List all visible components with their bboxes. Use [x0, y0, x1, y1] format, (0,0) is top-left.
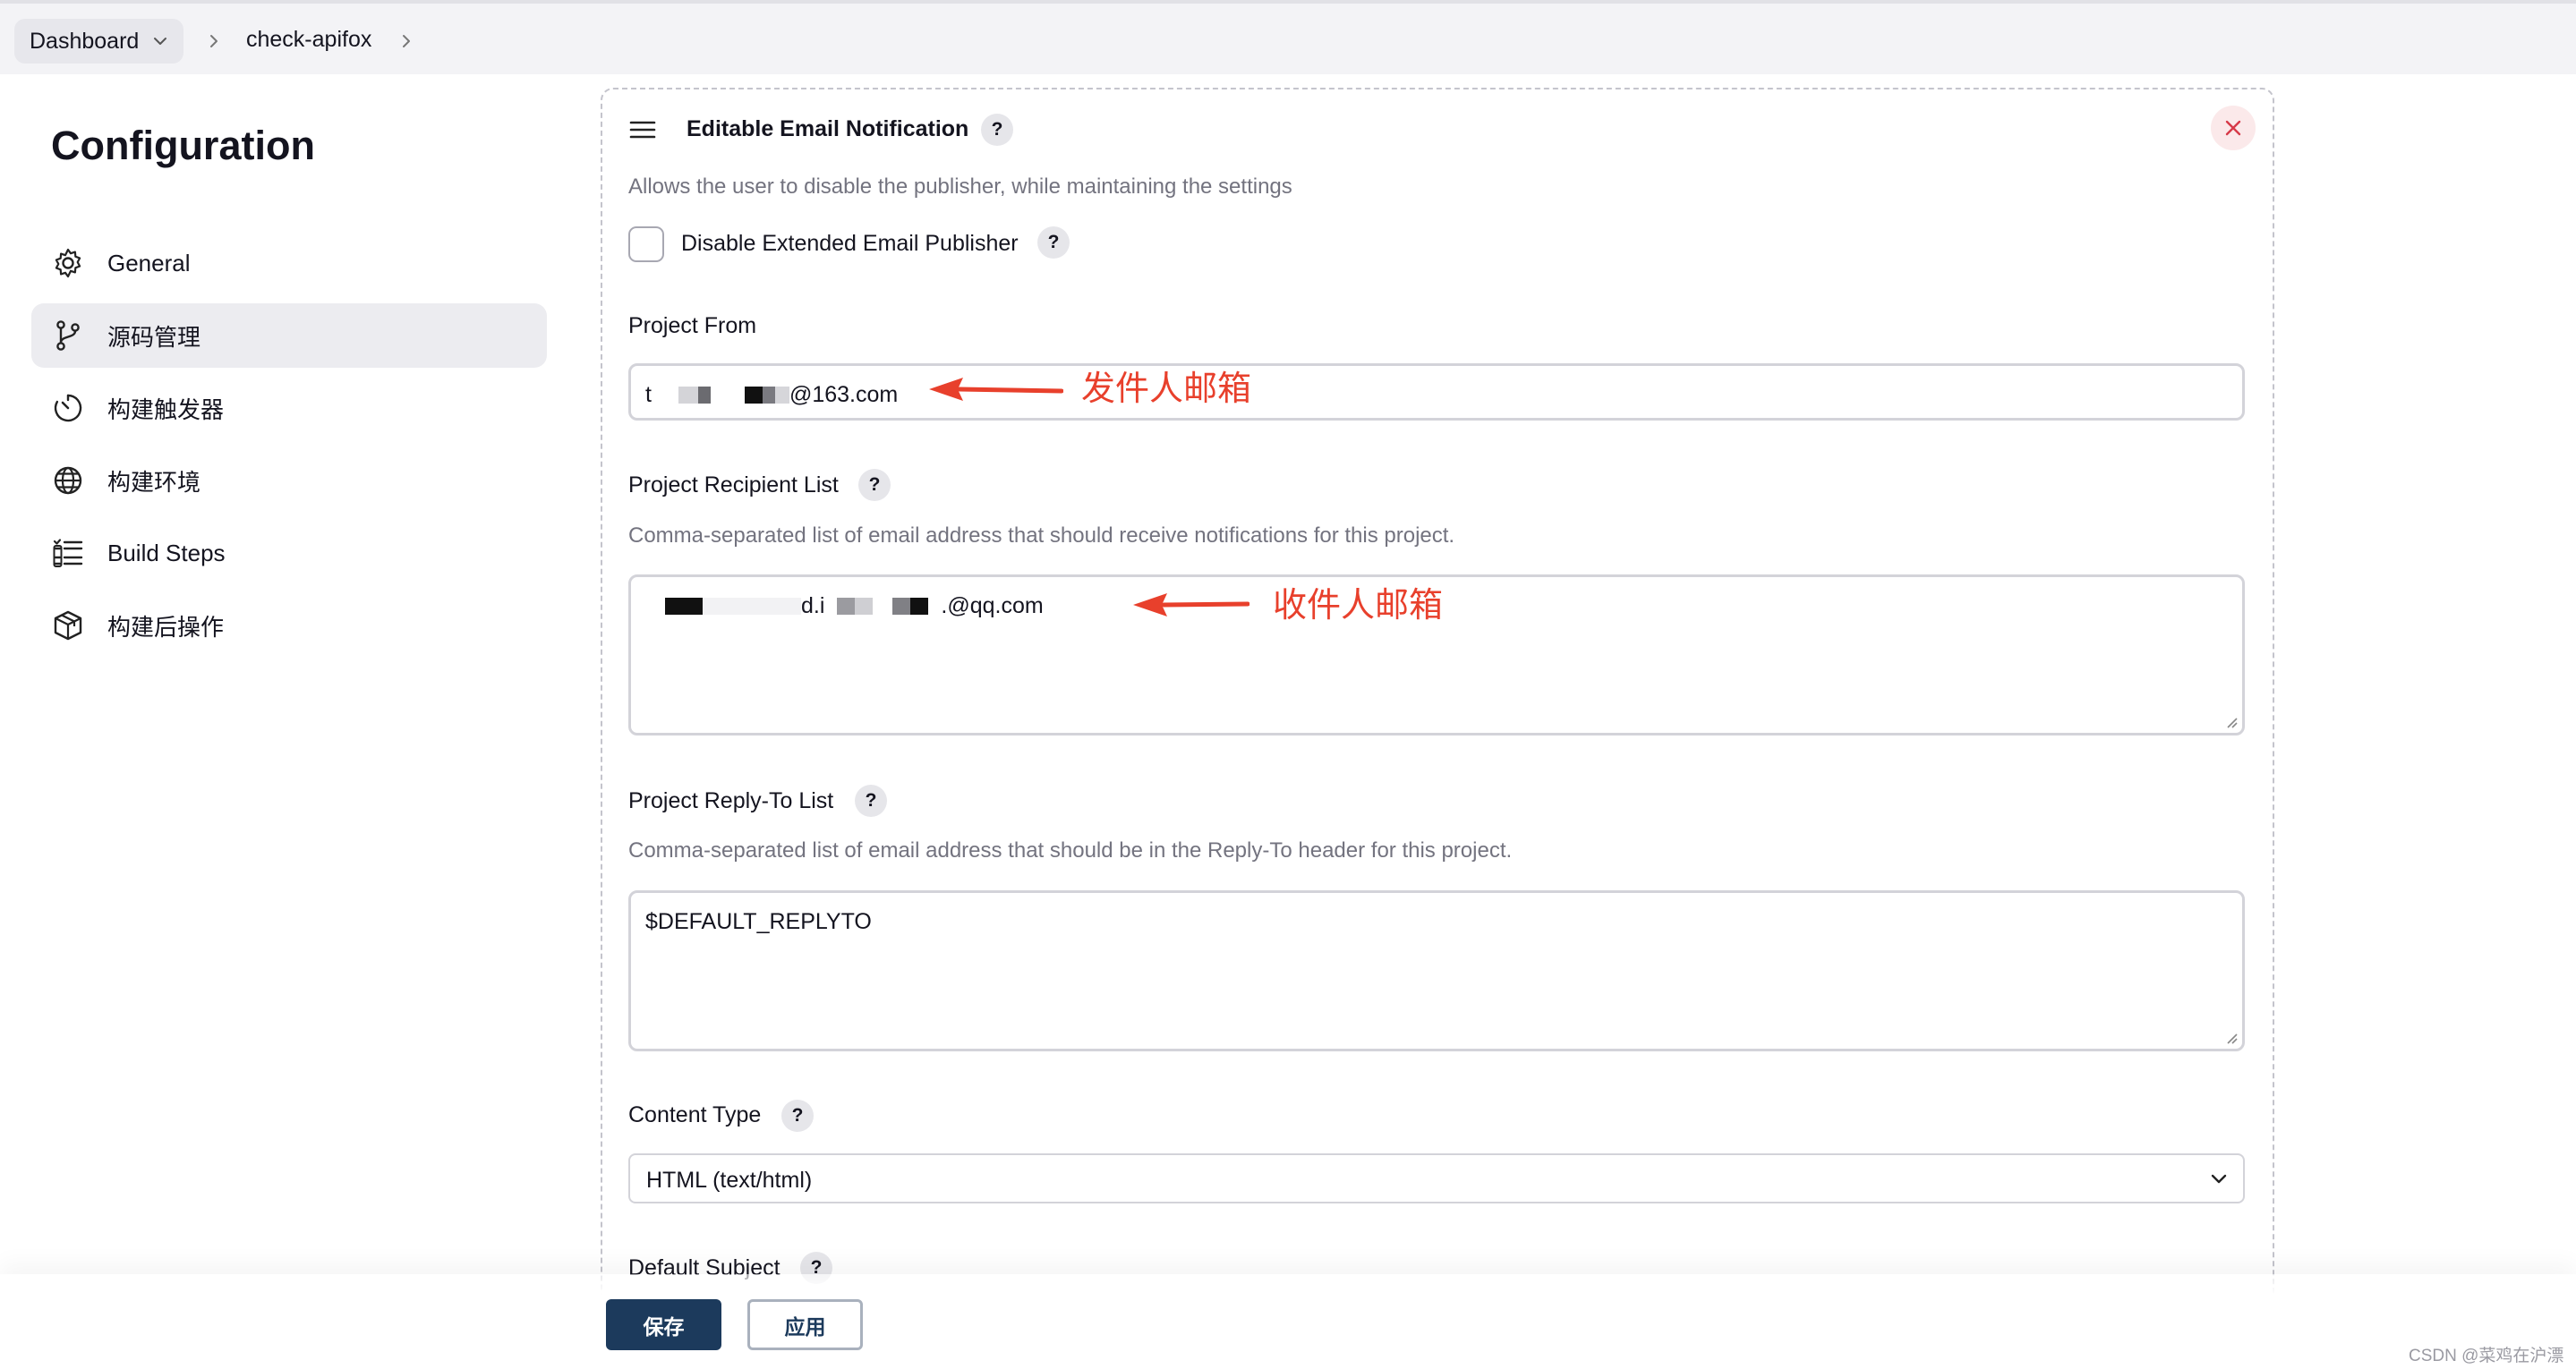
sidebar-item-label: General: [107, 249, 191, 276]
chevron-down-icon: [154, 38, 167, 45]
list-steps-icon: [51, 536, 85, 570]
breadcrumb-job[interactable]: check-apifox: [246, 27, 371, 53]
recipient-value-suffix: .@qq.com: [941, 593, 1044, 618]
sidebar-item-label: 源码管理: [107, 323, 201, 351]
sidebar-item-label: 构建触发器: [107, 395, 225, 423]
reply-to-label: Project Reply-To List: [628, 788, 834, 813]
project-from-label: Project From: [628, 313, 757, 338]
sidebar-item-build-triggers[interactable]: 构建触发器: [31, 376, 547, 440]
timer-icon: [51, 391, 85, 425]
annotation-recipient: 收件人邮箱: [1273, 585, 1444, 625]
redacted-block: [665, 598, 703, 615]
sidebar-item-label: 构建后操作: [107, 613, 225, 641]
annotation-sender: 发件人邮箱: [1081, 369, 1252, 408]
project-from-value-suffix: @163.com: [789, 382, 899, 407]
redacted-block: [744, 387, 763, 404]
sidebar-item-label: Build Steps: [107, 539, 226, 566]
package-icon: [51, 608, 85, 642]
redacted-block: [774, 387, 789, 404]
recipient-list-description: Comma-separated list of email address th…: [628, 523, 1455, 548]
recipient-value-mid: d.i: [801, 593, 825, 618]
breadcrumb-bar: Dashboard check-apifox: [0, 0, 2576, 74]
help-icon[interactable]: ?: [981, 114, 1013, 146]
git-branch-icon: [51, 319, 85, 353]
content-type-label: Content Type: [628, 1102, 762, 1127]
help-icon[interactable]: ?: [855, 785, 887, 817]
sidebar-item-post-build[interactable]: 构建后操作: [31, 593, 547, 658]
project-from-value-prefix: t: [645, 382, 652, 407]
sidebar-nav: General 源码管理 构建触发器 构建环境 Build Steps 构建后操…: [31, 231, 547, 666]
breadcrumb-dashboard-label: Dashboard: [30, 28, 140, 54]
chevron-down-icon: [2211, 1174, 2227, 1184]
recipient-list-label: Project Recipient List: [628, 472, 839, 497]
chevron-right-icon: [210, 35, 218, 47]
drag-handle-icon[interactable]: [629, 120, 656, 140]
page-title: Configuration: [51, 123, 315, 168]
reply-to-value: $DEFAULT_REPLYTO: [645, 909, 872, 934]
help-icon[interactable]: ?: [781, 1100, 814, 1132]
project-from-input[interactable]: t @163.com: [628, 363, 2245, 421]
sidebar-item-build-env[interactable]: 构建环境: [31, 448, 547, 513]
content-type-select[interactable]: HTML (text/html): [628, 1153, 2245, 1203]
close-button[interactable]: [2211, 106, 2256, 150]
redacted-block: [824, 598, 838, 615]
annotation-arrow: [1133, 593, 1250, 616]
redacted-block: [910, 598, 929, 615]
reply-to-textarea[interactable]: $DEFAULT_REPLYTO: [628, 890, 2245, 1051]
redacted-block: [762, 387, 775, 404]
chevron-right-icon: [403, 35, 410, 47]
help-icon[interactable]: ?: [858, 469, 891, 501]
redacted-block: [697, 387, 711, 404]
redacted-block: [892, 598, 911, 615]
disable-publisher-label: Disable Extended Email Publisher: [681, 231, 1019, 256]
redacted-block: [855, 598, 874, 615]
sidebar-item-scm[interactable]: 源码管理: [31, 303, 547, 368]
action-bar: [0, 1274, 2576, 1369]
resize-handle-icon[interactable]: [2225, 1032, 2238, 1044]
sidebar-item-build-steps[interactable]: Build Steps: [31, 521, 547, 585]
watermark: CSDN @菜鸡在沪漂: [2409, 1347, 2564, 1365]
reply-to-description: Comma-separated list of email address th…: [628, 838, 1513, 863]
apply-button[interactable]: 应用: [747, 1299, 863, 1350]
save-button[interactable]: 保存: [606, 1299, 721, 1350]
globe-icon: [51, 463, 85, 497]
gear-icon: [51, 246, 85, 280]
panel-title: Editable Email Notification: [687, 116, 969, 141]
breadcrumb-dashboard[interactable]: Dashboard: [14, 19, 184, 64]
sidebar-item-label: 构建环境: [107, 468, 201, 496]
help-icon[interactable]: ?: [1037, 226, 1070, 259]
resize-handle-icon[interactable]: [2225, 716, 2238, 728]
content-type-value: HTML (text/html): [646, 1168, 813, 1193]
annotation-arrow: [929, 378, 1063, 401]
disable-publisher-checkbox[interactable]: [628, 226, 664, 262]
disable-description: Allows the user to disable the publisher…: [628, 174, 1292, 199]
close-icon: [2225, 120, 2241, 136]
sidebar-item-general[interactable]: General: [31, 231, 547, 295]
redacted-block: [678, 387, 698, 404]
redacted-block: [703, 598, 801, 615]
redacted-block: [837, 598, 856, 615]
